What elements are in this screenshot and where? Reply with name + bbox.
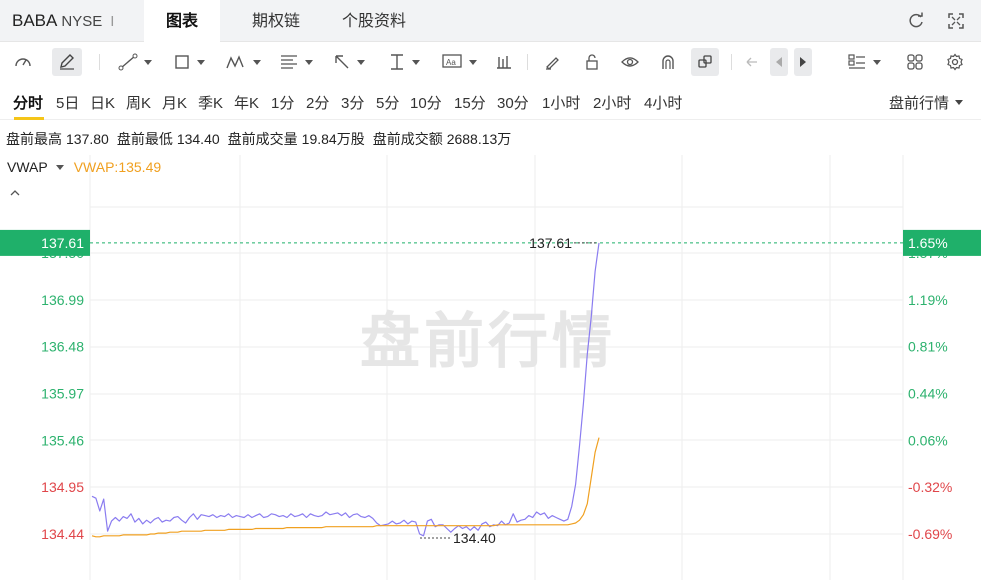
brush-icon[interactable] bbox=[540, 48, 564, 76]
arrow-icon[interactable] bbox=[328, 48, 370, 76]
volume-value: 19.84万股 bbox=[301, 131, 365, 147]
period-month[interactable]: 月K bbox=[162, 92, 187, 113]
y-tick-label-left: 135.97 bbox=[41, 386, 84, 402]
period-2m[interactable]: 2分 bbox=[306, 92, 329, 113]
current-pct-value: 1.65% bbox=[908, 235, 948, 251]
period-10m[interactable]: 10分 bbox=[410, 92, 442, 113]
grid-icon[interactable] bbox=[902, 48, 928, 76]
next-icon[interactable] bbox=[794, 48, 812, 76]
y-tick-label-left: 134.44 bbox=[41, 526, 84, 542]
link-icon[interactable] bbox=[691, 48, 719, 76]
lock-icon[interactable] bbox=[580, 48, 604, 76]
period-day[interactable]: 日K bbox=[90, 92, 115, 113]
period-1h[interactable]: 1小时 bbox=[542, 92, 580, 113]
session-selector[interactable]: 盘前行情 bbox=[889, 92, 963, 113]
text-note-icon[interactable]: Aa bbox=[436, 48, 482, 76]
low-annotation: 134.40 bbox=[453, 530, 496, 546]
layout-list-icon[interactable] bbox=[842, 48, 886, 76]
vertical-range-icon[interactable] bbox=[382, 48, 426, 76]
period-2h[interactable]: 2小时 bbox=[593, 92, 631, 113]
period-4h[interactable]: 4小时 bbox=[644, 92, 682, 113]
period-30m[interactable]: 30分 bbox=[497, 92, 529, 113]
period-1m[interactable]: 1分 bbox=[271, 92, 294, 113]
chevron-down-icon[interactable] bbox=[55, 164, 64, 170]
price-line bbox=[91, 242, 600, 537]
bars-icon[interactable] bbox=[492, 48, 516, 76]
toolbar-divider bbox=[731, 54, 732, 70]
tab-chart[interactable]: 图表 bbox=[144, 0, 220, 42]
high-value: 137.80 bbox=[66, 131, 109, 147]
active-period-indicator bbox=[14, 117, 44, 120]
premarket-stats: 盘前最高 137.80 盘前最低 134.40 盘前成交量 19.84万股 盘前成交额 268… bbox=[6, 129, 519, 149]
svg-text:Aa: Aa bbox=[446, 58, 456, 67]
chart-watermark: 盘前行情 bbox=[360, 307, 616, 377]
undo-icon[interactable] bbox=[742, 48, 762, 76]
fullscreen-icon[interactable] bbox=[946, 11, 966, 31]
indicator-legend[interactable]: VWAP VWAP:135.49 bbox=[7, 159, 161, 175]
ticker-label: BABA NYSE I bbox=[12, 11, 114, 31]
chevron-down-icon bbox=[955, 100, 963, 105]
tab-option-chain[interactable]: 期权链 bbox=[228, 0, 324, 42]
period-week[interactable]: 周K bbox=[126, 92, 151, 113]
toolbar-divider bbox=[527, 54, 528, 70]
y-tick-label-left: 134.95 bbox=[41, 479, 84, 495]
indicator-value: VWAP:135.49 bbox=[73, 159, 162, 175]
y-tick-label-left: 136.48 bbox=[41, 339, 84, 355]
high-annotation: 137.61 bbox=[529, 235, 572, 251]
gauge-icon[interactable] bbox=[10, 48, 36, 76]
volume-label: 盘前成交量 bbox=[227, 131, 298, 147]
current-price-value: 137.61 bbox=[41, 235, 84, 251]
eye-icon[interactable] bbox=[618, 48, 642, 76]
prev-icon[interactable] bbox=[770, 48, 788, 76]
high-label: 盘前最高 bbox=[6, 131, 62, 147]
magnet-icon[interactable] bbox=[656, 48, 680, 76]
period-15m[interactable]: 15分 bbox=[454, 92, 486, 113]
y-tick-label-left: 135.46 bbox=[41, 432, 84, 448]
period-3m[interactable]: 3分 bbox=[341, 92, 364, 113]
ticker-separator: I bbox=[110, 13, 115, 30]
period-intraday[interactable]: 分时 bbox=[13, 92, 43, 113]
top-bar: BABA NYSE I 图表 期权链 个股资料 bbox=[0, 0, 981, 42]
pen-icon[interactable] bbox=[52, 48, 82, 76]
low-value: 134.40 bbox=[176, 131, 220, 147]
tab-stock-profile[interactable]: 个股资料 bbox=[326, 0, 422, 42]
drawing-toolbar: Aa bbox=[0, 42, 981, 82]
period-quarter[interactable]: 季K bbox=[198, 92, 223, 113]
y-tick-label-right: 0.44% bbox=[908, 386, 948, 402]
y-tick-label-left: 136.99 bbox=[41, 292, 84, 308]
y-tick-label-right: 0.06% bbox=[908, 432, 948, 448]
turnover-label: 盘前成交额 bbox=[372, 131, 443, 147]
collapse-icon[interactable] bbox=[9, 186, 21, 200]
ticker-symbol: BABA bbox=[12, 11, 58, 30]
turnover-value: 2688.13万 bbox=[446, 131, 512, 147]
pattern-icon[interactable] bbox=[220, 48, 266, 76]
refresh-icon[interactable] bbox=[906, 11, 926, 31]
rectangle-icon[interactable] bbox=[168, 48, 210, 76]
fib-icon[interactable] bbox=[274, 48, 318, 76]
y-tick-label-right: -0.69% bbox=[908, 526, 952, 542]
trend-line-icon[interactable] bbox=[114, 48, 156, 76]
intraday-chart[interactable]: 盘前行情137.501.57%136.991.19%136.480.81%135… bbox=[0, 150, 981, 582]
settings-icon[interactable] bbox=[942, 48, 968, 76]
low-label: 盘前最低 bbox=[116, 131, 173, 147]
y-tick-label-right: 1.19% bbox=[908, 292, 948, 308]
indicator-name: VWAP bbox=[7, 159, 48, 175]
session-label: 盘前行情 bbox=[888, 95, 949, 112]
period-5m[interactable]: 5分 bbox=[376, 92, 399, 113]
period-year[interactable]: 年K bbox=[234, 92, 259, 113]
y-tick-label-right: 0.81% bbox=[908, 339, 948, 355]
period-5d[interactable]: 5日 bbox=[56, 92, 79, 113]
toolbar-divider bbox=[99, 54, 100, 70]
y-tick-label-right: -0.32% bbox=[908, 479, 952, 495]
exchange-label: NYSE bbox=[61, 13, 103, 30]
